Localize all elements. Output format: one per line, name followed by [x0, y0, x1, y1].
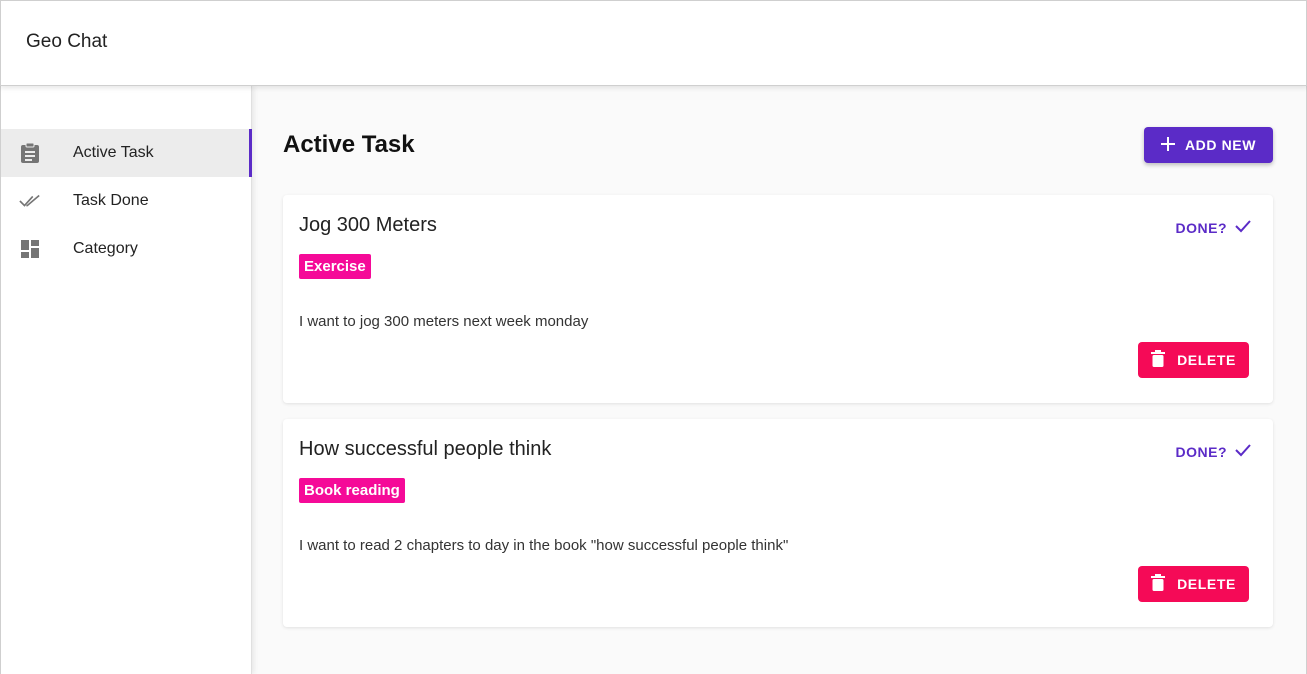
task-title: Jog 300 Meters	[299, 214, 437, 236]
done-button[interactable]: DONE?	[1176, 443, 1252, 460]
sidebar-item-category[interactable]: Category	[1, 225, 252, 273]
plus-icon	[1160, 136, 1175, 154]
trash-icon	[1151, 574, 1166, 594]
clipboard-icon	[19, 142, 41, 164]
sidebar-item-active-task[interactable]: Active Task	[1, 129, 252, 177]
task-card: Jog 300 Meters DONE? Exercise I want to …	[283, 195, 1273, 403]
done-label: DONE?	[1175, 443, 1227, 460]
task-description: I want to jog 300 meters next week monda…	[299, 313, 589, 330]
delete-button[interactable]: DELETE	[1138, 342, 1249, 378]
task-description: I want to read 2 chapters to day in the …	[299, 537, 789, 554]
category-chip: Exercise	[299, 254, 371, 279]
app-title: Geo Chat	[26, 31, 108, 52]
trash-icon	[1151, 350, 1166, 370]
add-new-button[interactable]: ADD NEW	[1144, 127, 1273, 163]
check-icon	[1235, 443, 1251, 460]
dashboard-icon	[19, 238, 41, 260]
task-title: How successful people think	[299, 438, 552, 460]
add-new-label: ADD NEW	[1184, 137, 1257, 153]
delete-button[interactable]: DELETE	[1138, 566, 1249, 602]
done-label: DONE?	[1175, 219, 1227, 236]
page-title: Active Task	[283, 131, 415, 158]
sidebar: Active Task Task Done Category	[0, 86, 252, 674]
sidebar-item-label: Category	[73, 240, 138, 257]
sidebar-item-label: Task Done	[73, 192, 149, 209]
app-bar: Geo Chat	[0, 0, 1307, 86]
delete-label: DELETE	[1177, 352, 1236, 368]
double-check-icon	[19, 190, 41, 212]
sidebar-item-task-done[interactable]: Task Done	[1, 177, 252, 225]
done-button[interactable]: DONE?	[1176, 219, 1252, 236]
delete-label: DELETE	[1177, 576, 1236, 592]
task-card: How successful people think DONE? Book r…	[283, 419, 1273, 627]
category-chip: Book reading	[299, 478, 405, 503]
check-icon	[1235, 219, 1251, 236]
sidebar-item-label: Active Task	[73, 144, 154, 161]
